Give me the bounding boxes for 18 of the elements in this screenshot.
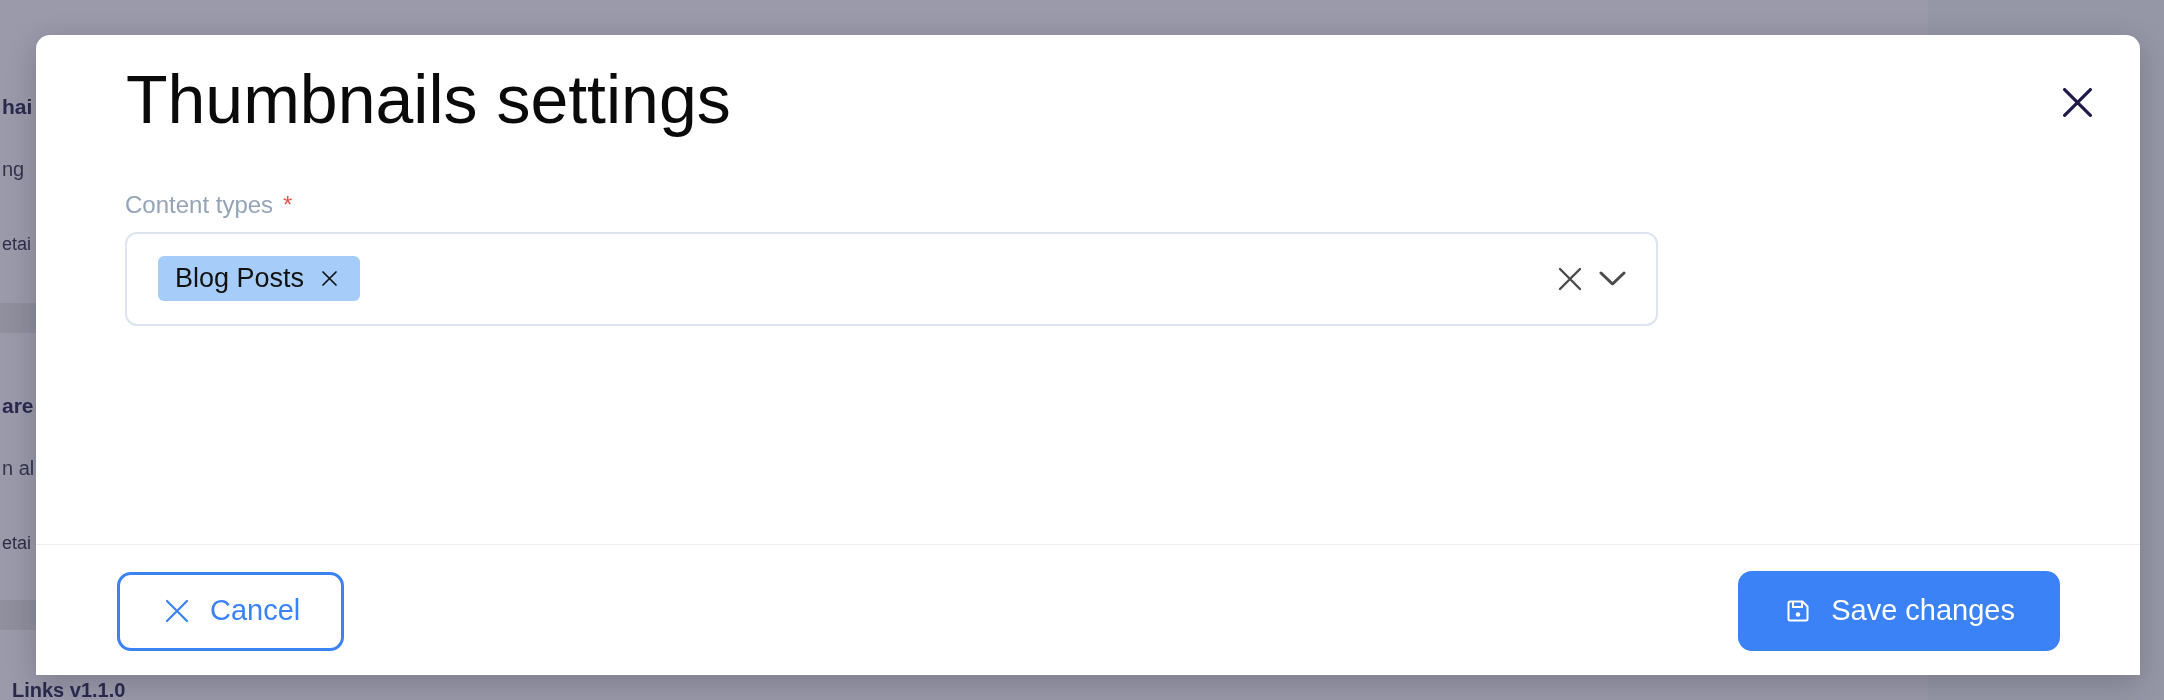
description-text: n al bbox=[2, 456, 35, 481]
dialog-title: Thumbnails settings bbox=[126, 60, 731, 139]
close-icon[interactable] bbox=[2063, 88, 2092, 118]
description-text: ng bbox=[2, 157, 25, 182]
clear-icon[interactable] bbox=[1558, 266, 1582, 291]
cancel-button[interactable]: Cancel bbox=[117, 571, 345, 651]
chevron-down-icon[interactable] bbox=[1599, 271, 1626, 287]
heading-text: hai bbox=[2, 94, 33, 120]
link-text: etai bbox=[2, 532, 32, 555]
heading-text: are bbox=[2, 393, 34, 419]
tag-chip[interactable]: Blog Posts bbox=[158, 256, 361, 302]
remove-icon[interactable] bbox=[321, 270, 339, 288]
save-button[interactable]: Save changes bbox=[1738, 571, 2060, 651]
link-text: etai bbox=[2, 233, 32, 256]
required-asterisk: * bbox=[283, 191, 293, 217]
field-label: Content types bbox=[125, 191, 274, 217]
heading-text: Links v1.1.0 bbox=[12, 680, 126, 700]
multi-select-field[interactable]: Blog Posts bbox=[125, 231, 1658, 326]
